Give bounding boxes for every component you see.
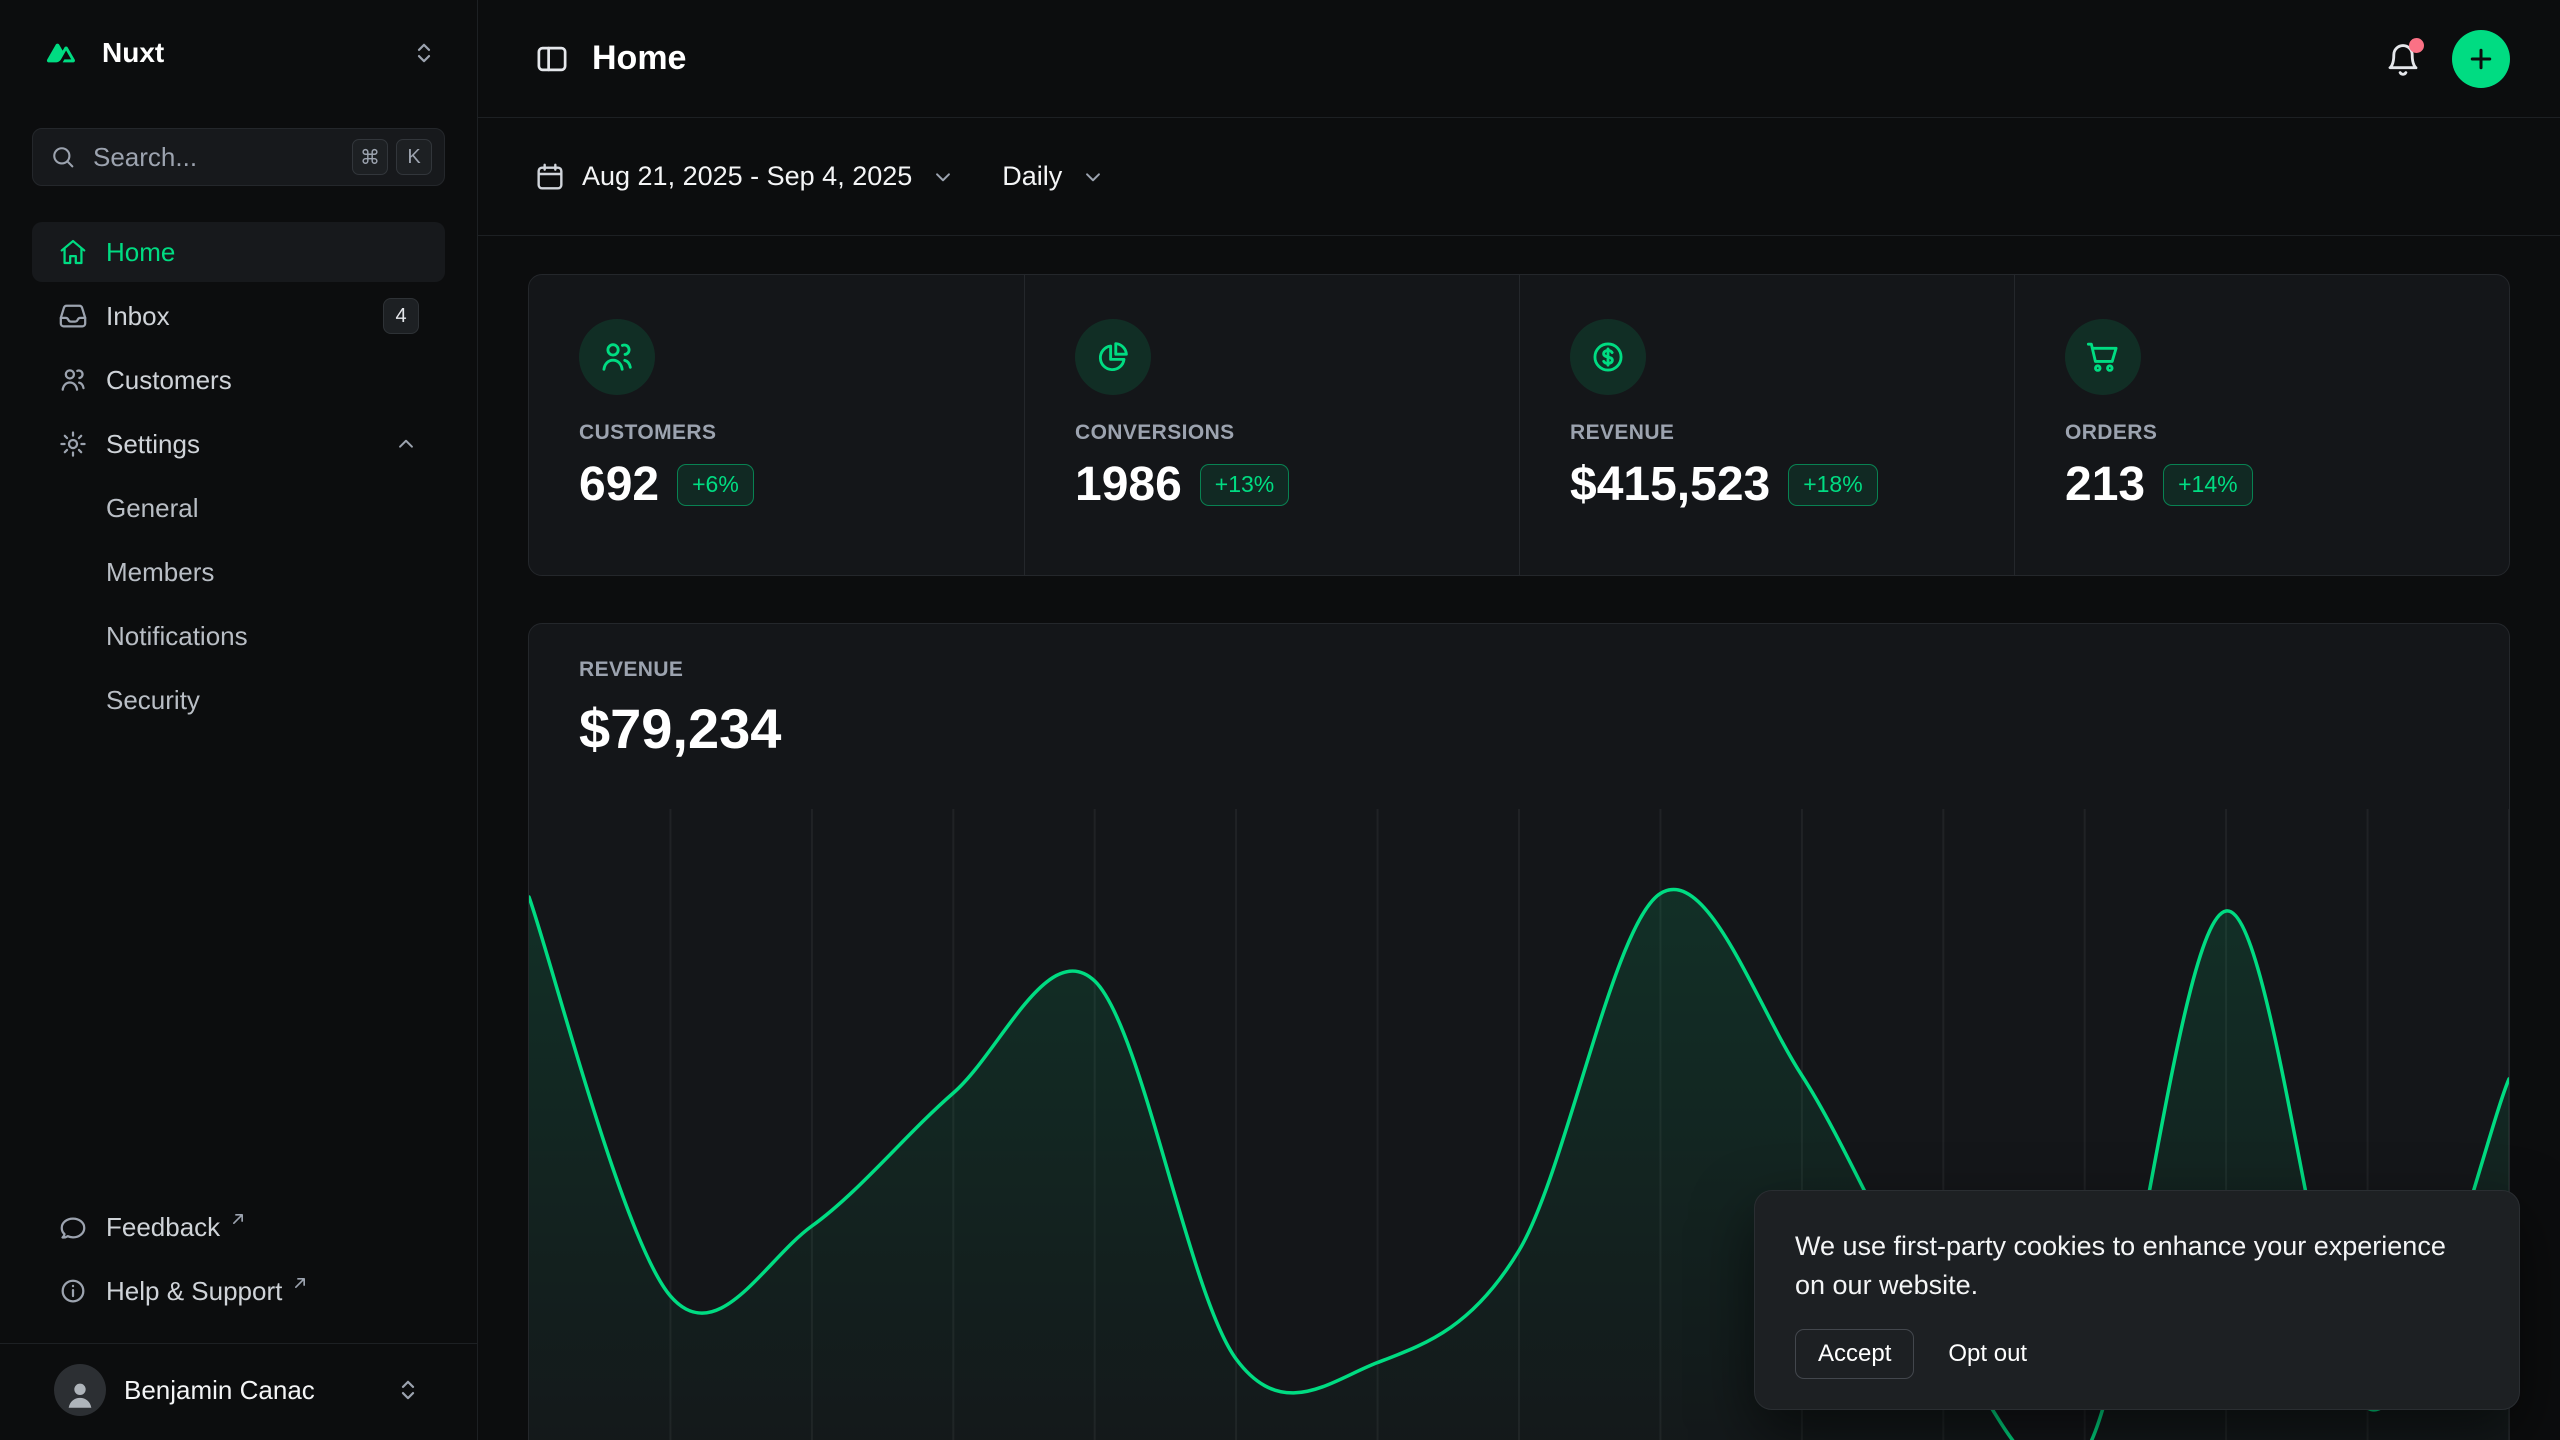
filters-toolbar: Aug 21, 2025 - Sep 4, 2025 Daily xyxy=(478,118,2560,236)
kbd-command: ⌘ xyxy=(352,139,388,175)
notification-dot xyxy=(2409,38,2424,53)
add-button[interactable] xyxy=(2452,30,2510,88)
feedback-link[interactable]: Feedback xyxy=(32,1197,445,1257)
nuxt-logo-icon xyxy=(38,36,84,70)
stat-label: REVENUE xyxy=(1570,421,1964,445)
revenue-chart-label: REVENUE xyxy=(579,658,2459,682)
search-placeholder: Search... xyxy=(93,142,336,173)
page-header: Home xyxy=(478,0,2560,118)
stat-delta-badge: +13% xyxy=(1200,464,1289,506)
sidebar-item-customers[interactable]: Customers xyxy=(32,350,445,410)
sidebar-item-members[interactable]: Members xyxy=(32,542,445,602)
plus-icon xyxy=(2466,44,2496,74)
cookie-actions: Accept Opt out xyxy=(1795,1329,2479,1379)
stat-delta-badge: +14% xyxy=(2163,464,2252,506)
sidebar-subitem-label: Security xyxy=(106,685,200,716)
pie-chart-icon xyxy=(1075,319,1151,395)
footer-link-label: Help & Support xyxy=(106,1276,282,1307)
search-icon xyxy=(49,143,77,171)
chevron-down-icon xyxy=(1080,164,1106,190)
granularity-select[interactable]: Daily xyxy=(1002,161,1106,192)
stat-label: CUSTOMERS xyxy=(579,421,974,445)
sidebar-footer: Feedback Help & Support xyxy=(32,1197,445,1343)
avatar xyxy=(54,1364,106,1416)
sidebar-item-settings[interactable]: Settings xyxy=(32,414,445,474)
revenue-chart-value: $79,234 xyxy=(579,696,2459,761)
search-shortcut: ⌘ K xyxy=(352,139,432,175)
chat-bubble-icon xyxy=(58,1212,88,1242)
stat-value: 692 xyxy=(579,457,659,512)
users-icon xyxy=(579,319,655,395)
stat-label: CONVERSIONS xyxy=(1075,421,1469,445)
stat-value: 1986 xyxy=(1075,457,1182,512)
sidebar-item-general[interactable]: General xyxy=(32,478,445,538)
chevron-up-down-icon xyxy=(409,38,439,68)
help-support-link[interactable]: Help & Support xyxy=(32,1261,445,1321)
sidebar-item-home[interactable]: Home xyxy=(32,222,445,282)
revenue-chart-header: REVENUE $79,234 xyxy=(529,624,2509,761)
chevron-up-icon xyxy=(393,431,419,457)
sidebar-item-label: Settings xyxy=(106,429,200,460)
sidebar-item-label: Inbox xyxy=(106,301,170,332)
shopping-cart-icon xyxy=(2065,319,2141,395)
stat-delta-badge: +6% xyxy=(677,464,754,506)
sidebar-spacer xyxy=(32,730,445,1197)
gear-icon xyxy=(58,429,88,459)
stat-value: 213 xyxy=(2065,457,2145,512)
sidebar-item-notifications[interactable]: Notifications xyxy=(32,606,445,666)
stat-card-conversions[interactable]: CONVERSIONS 1986 +13% xyxy=(1024,275,1519,575)
chevron-down-icon xyxy=(930,164,956,190)
stat-card-revenue[interactable]: REVENUE $415,523 +18% xyxy=(1519,275,2014,575)
stat-label: ORDERS xyxy=(2065,421,2459,445)
currency-dollar-icon xyxy=(1570,319,1646,395)
info-circle-icon xyxy=(58,1276,88,1306)
external-link-icon xyxy=(228,1209,248,1229)
sidebar-item-label: Customers xyxy=(106,365,232,396)
date-range-value: Aug 21, 2025 - Sep 4, 2025 xyxy=(582,161,912,192)
sidebar: Nuxt Search... ⌘ K Home xyxy=(0,0,478,1440)
stat-card-orders[interactable]: ORDERS 213 +14% xyxy=(2014,275,2509,575)
sidebar-subitem-label: Members xyxy=(106,557,214,588)
user-menu[interactable]: Benjamin Canac xyxy=(32,1358,445,1422)
search-input[interactable]: Search... ⌘ K xyxy=(32,128,445,186)
notifications-button[interactable] xyxy=(2384,40,2422,78)
kbd-k: K xyxy=(396,139,432,175)
header-actions xyxy=(2384,30,2510,88)
granularity-value: Daily xyxy=(1002,161,1062,192)
stat-card-customers[interactable]: CUSTOMERS 692 +6% xyxy=(529,275,1024,575)
external-link-icon xyxy=(290,1273,310,1293)
stat-value: $415,523 xyxy=(1570,457,1770,512)
stats-grid: CUSTOMERS 692 +6% CONVERSIONS 1986 +13% xyxy=(528,274,2510,576)
cookie-accept-button[interactable]: Accept xyxy=(1795,1329,1914,1379)
panel-left-icon[interactable] xyxy=(534,41,570,77)
sidebar-subitem-label: General xyxy=(106,493,199,524)
cookie-message: We use first-party cookies to enhance yo… xyxy=(1795,1227,2479,1305)
users-icon xyxy=(58,365,88,395)
sidebar-item-label: Home xyxy=(106,237,175,268)
chevron-up-down-icon xyxy=(393,1375,423,1405)
cookie-optout-button[interactable]: Opt out xyxy=(1928,1330,2047,1378)
workspace-name: Nuxt xyxy=(102,37,164,69)
page-title: Home xyxy=(592,39,686,78)
calendar-icon xyxy=(534,161,566,193)
date-range-picker[interactable]: Aug 21, 2025 - Sep 4, 2025 xyxy=(534,161,956,193)
cookie-banner: We use first-party cookies to enhance yo… xyxy=(1754,1190,2520,1410)
home-icon xyxy=(58,237,88,267)
sidebar-subitem-label: Notifications xyxy=(106,621,248,652)
sidebar-item-security[interactable]: Security xyxy=(32,670,445,730)
sidebar-item-inbox[interactable]: Inbox 4 xyxy=(32,286,445,346)
sidebar-nav: Home Inbox 4 Customers Settings xyxy=(32,222,445,730)
footer-link-label: Feedback xyxy=(106,1212,220,1243)
user-name: Benjamin Canac xyxy=(124,1375,315,1406)
inbox-icon xyxy=(58,301,88,331)
user-section: Benjamin Canac xyxy=(0,1343,477,1440)
workspace-switcher[interactable]: Nuxt xyxy=(32,28,445,78)
inbox-count-badge: 4 xyxy=(383,298,419,334)
stat-delta-badge: +18% xyxy=(1788,464,1877,506)
